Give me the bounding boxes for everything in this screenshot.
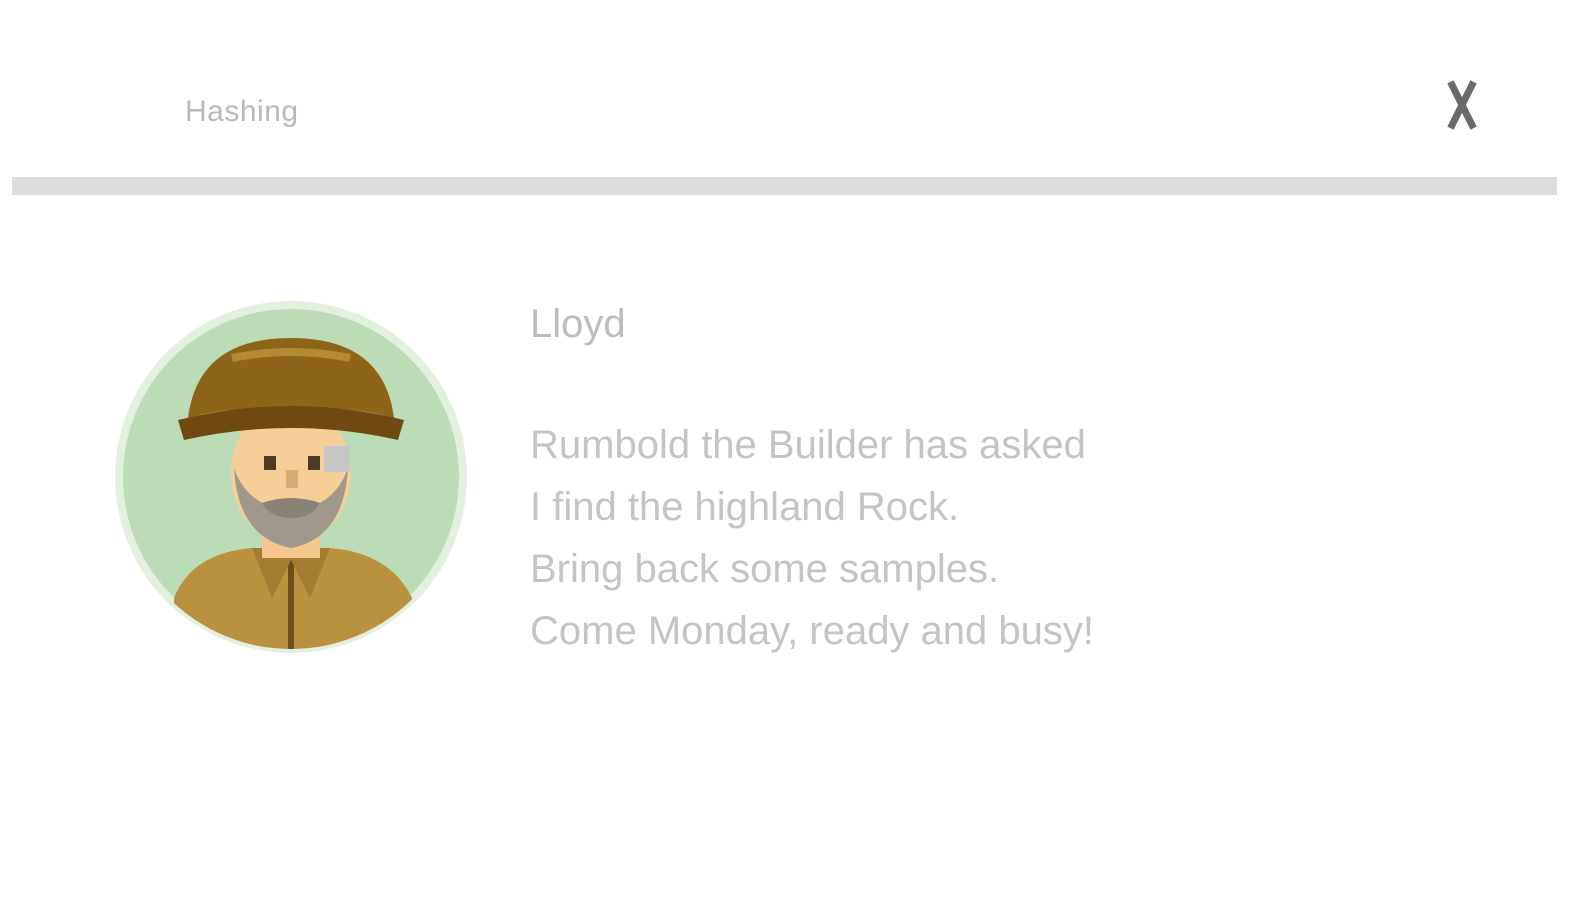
dialog-content: Lloyd Rumbold the Builder has asked I fi… — [0, 195, 1575, 905]
close-button[interactable] — [1432, 70, 1492, 140]
avatar — [112, 298, 470, 656]
dialog-title: Hashing — [185, 95, 299, 128]
message-text: Rumbold the Builder has asked I find the… — [530, 414, 1430, 662]
message-line: Rumbold the Builder has asked — [530, 423, 1086, 467]
dialog-header: Hashing — [0, 0, 1575, 178]
message-line: Come Monday, ready and busy! — [530, 609, 1095, 653]
header-divider — [12, 177, 1557, 195]
message-line: I find the highland Rock. — [530, 485, 960, 529]
close-icon — [1442, 77, 1482, 133]
speaker-name: Lloyd — [530, 302, 626, 346]
message-block: Lloyd Rumbold the Builder has asked I fi… — [530, 300, 1430, 662]
dialog-panel: Hashing Lloyd Rumbold the Builder has as… — [0, 0, 1575, 905]
message-line: Bring back some samples. — [530, 547, 1000, 591]
bearded-man-avatar-icon — [115, 301, 467, 653]
